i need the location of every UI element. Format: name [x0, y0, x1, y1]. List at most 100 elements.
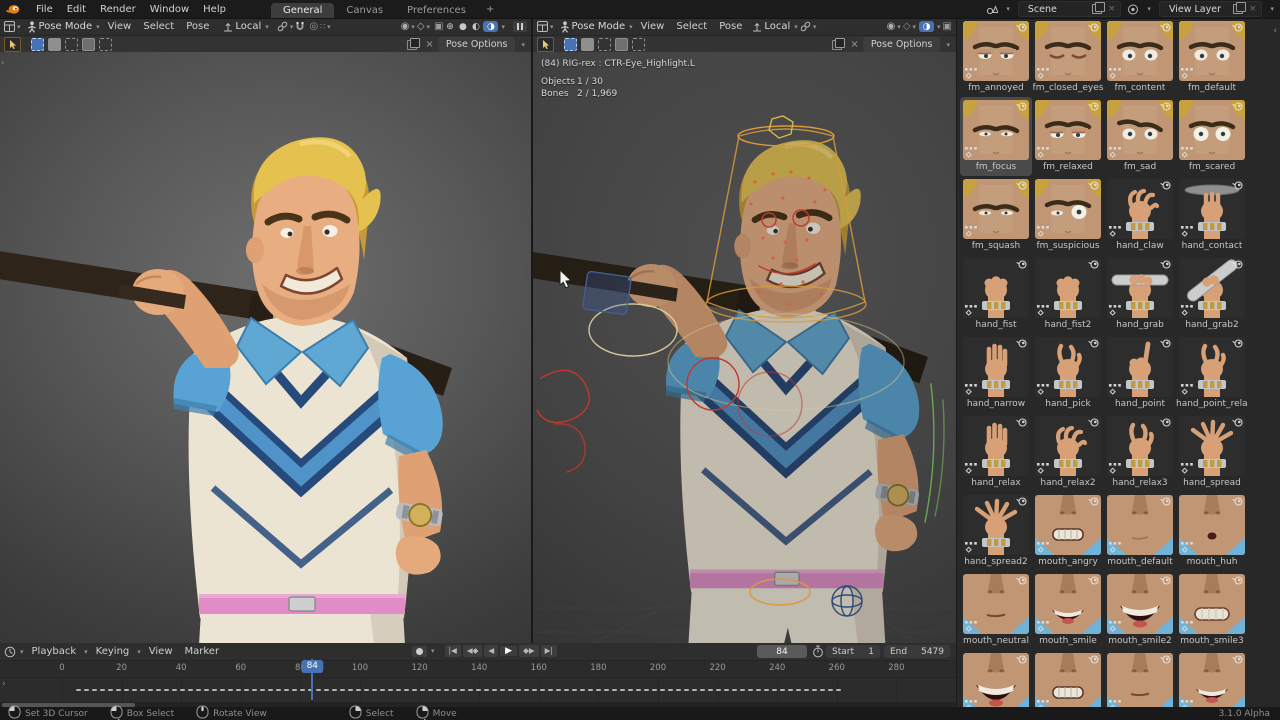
snap-target-icon[interactable]: [277, 21, 288, 32]
pose-asset-fm_default[interactable]: fm_default: [1176, 18, 1248, 97]
keyframe-marker[interactable]: [340, 689, 345, 691]
keyframe-marker[interactable]: [372, 689, 377, 691]
pose-options-button[interactable]: Pose Options: [863, 37, 941, 52]
keyframe-marker[interactable]: [572, 689, 577, 691]
clear-constraint-icon[interactable]: ×: [425, 39, 433, 50]
select-mode-subtract-button[interactable]: [598, 38, 611, 51]
viewport-left-canvas[interactable]: ›: [0, 52, 531, 643]
keyframe-marker[interactable]: [588, 689, 593, 691]
shading-rendered-icon[interactable]: ◑: [483, 21, 498, 32]
keyframe-marker[interactable]: [788, 689, 793, 691]
keyframe-marker[interactable]: [180, 689, 185, 691]
pose-asset-fm_suspicious[interactable]: fm_suspicious: [1032, 176, 1104, 255]
unlink-scene-icon[interactable]: ×: [1106, 4, 1118, 14]
keyframe-marker[interactable]: [124, 689, 129, 691]
keyframe-marker[interactable]: [292, 689, 297, 691]
pose-asset-mouth_angry[interactable]: mouth_angry: [1032, 492, 1104, 571]
keyframe-marker[interactable]: [284, 689, 289, 691]
keyframe-marker[interactable]: [780, 689, 785, 691]
pose-asset-hand_relax2[interactable]: hand_relax2: [1032, 413, 1104, 492]
menu-select[interactable]: Select: [137, 21, 180, 32]
editor-type-chevron[interactable]: ▾: [17, 23, 21, 31]
pose-asset-hand_relax[interactable]: hand_relax: [960, 413, 1032, 492]
menu-pose[interactable]: Pose: [180, 21, 215, 32]
menu-pose[interactable]: Pose: [713, 21, 748, 32]
keyframe-marker[interactable]: [276, 689, 281, 691]
keyframe-marker[interactable]: [508, 689, 513, 691]
keyframe-marker[interactable]: [652, 689, 657, 691]
shading-wireframe-icon[interactable]: ⊕: [444, 21, 455, 32]
auto-keying-button[interactable]: [412, 646, 427, 657]
keyframe-marker[interactable]: [796, 689, 801, 691]
select-mode-extend-button[interactable]: [48, 38, 61, 51]
tweak-tool-button[interactable]: [537, 37, 554, 52]
keyframe-marker[interactable]: [268, 689, 273, 691]
keyframe-marker[interactable]: [148, 689, 153, 691]
pose-asset-hand_pick[interactable]: hand_pick: [1032, 334, 1104, 413]
pose-asset-fm_relaxed[interactable]: fm_relaxed: [1032, 97, 1104, 176]
orientation-selector[interactable]: Local: [764, 21, 790, 32]
shading-chevron[interactable]: ▾: [937, 23, 941, 31]
keyframe-marker[interactable]: [556, 689, 561, 691]
prev-keyframe-button[interactable]: ◀◆: [463, 645, 483, 657]
transform-orientation-icon[interactable]: [752, 22, 762, 32]
menu-view[interactable]: View: [102, 21, 138, 32]
keyframe-marker[interactable]: [660, 689, 665, 691]
keyframe-marker[interactable]: [324, 689, 329, 691]
pose-asset-hand_fist[interactable]: hand_fist: [960, 255, 1032, 334]
keyframe-marker[interactable]: [452, 689, 457, 691]
keyframe-marker[interactable]: [332, 689, 337, 691]
keyframe-marker[interactable]: [84, 689, 89, 691]
keyframe-marker[interactable]: [564, 689, 569, 691]
select-mode-new-button[interactable]: [31, 38, 44, 51]
workspace-tab-preferences[interactable]: Preferences: [395, 3, 478, 18]
pose-asset-fm_closed_eyes[interactable]: fm_closed_eyes: [1032, 18, 1104, 97]
pose-options-button[interactable]: Pose Options: [438, 37, 516, 52]
orientation-selector[interactable]: Local: [235, 21, 261, 32]
keyframe-marker[interactable]: [92, 689, 97, 691]
keyframe-marker[interactable]: [348, 689, 353, 691]
keyframe-marker[interactable]: [436, 689, 441, 691]
pose-asset-hand_relax3[interactable]: hand_relax3: [1104, 413, 1176, 492]
view-layer-name[interactable]: View Layer: [1163, 4, 1233, 15]
shading-material-icon[interactable]: ◐: [470, 21, 481, 32]
timeline-menu-chevron[interactable]: ▾: [84, 648, 88, 656]
keyframe-marker[interactable]: [740, 689, 745, 691]
xray-toggle-icon[interactable]: ▣: [434, 21, 443, 32]
timeline-ruler[interactable]: 020406080100120140160180200220240260280: [0, 661, 956, 678]
play-button[interactable]: ▶: [500, 646, 517, 656]
keyframe-marker[interactable]: [100, 689, 105, 691]
pivot-point-icon[interactable]: ∷: [320, 22, 325, 31]
keyframe-marker[interactable]: [636, 689, 641, 691]
keyframe-marker[interactable]: [532, 689, 537, 691]
keyframe-marker[interactable]: [164, 689, 169, 691]
shading-solid-icon[interactable]: ●: [457, 21, 468, 32]
pose-asset-hand_point_relaxed[interactable]: hand_point_relaxed: [1176, 334, 1248, 413]
timeline-editor-chevron[interactable]: ▾: [20, 648, 24, 656]
keyframe-marker[interactable]: [412, 689, 417, 691]
proportional-editing-icon[interactable]: ◎: [309, 21, 318, 32]
keyframe-marker[interactable]: [524, 689, 529, 691]
new-scene-icon[interactable]: [1092, 4, 1102, 14]
pause-preview-button[interactable]: [513, 21, 527, 32]
keyframe-marker[interactable]: [596, 689, 601, 691]
snap-target-icon[interactable]: [800, 21, 811, 32]
keyframe-marker[interactable]: [732, 689, 737, 691]
keyframe-marker[interactable]: [380, 689, 385, 691]
keyframe-marker[interactable]: [484, 689, 489, 691]
keyframe-marker[interactable]: [316, 689, 321, 691]
overlays-icon[interactable]: ◇: [417, 21, 425, 32]
keyframe-marker[interactable]: [420, 689, 425, 691]
keyframe-marker[interactable]: [700, 689, 705, 691]
keyframe-marker[interactable]: [820, 689, 825, 691]
pose-asset-fm_focus[interactable]: fm_focus: [960, 97, 1032, 176]
keyframe-marker[interactable]: [356, 689, 361, 691]
viewport-right-canvas[interactable]: (84) RIG-rex : CTR-Eye_Highlight.L Objec…: [533, 52, 956, 643]
menu-select[interactable]: Select: [670, 21, 713, 32]
keyframe-marker[interactable]: [812, 689, 817, 691]
pose-asset-hand_grab[interactable]: hand_grab: [1104, 255, 1176, 334]
keyframe-marker[interactable]: [172, 689, 177, 691]
keyframe-marker[interactable]: [836, 689, 841, 691]
keyframe-marker[interactable]: [212, 689, 217, 691]
keyframe-marker[interactable]: [628, 689, 633, 691]
